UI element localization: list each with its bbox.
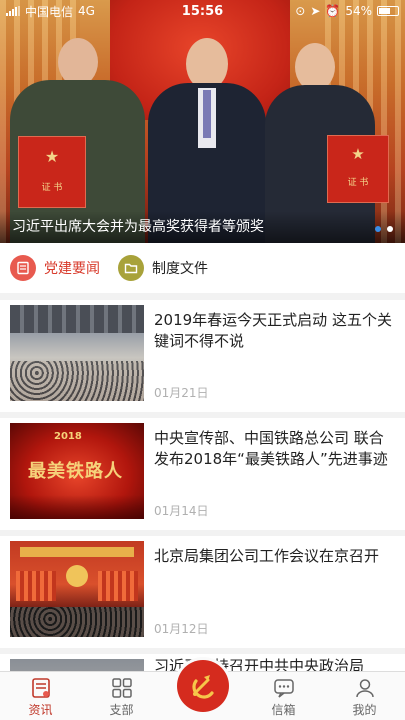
carrier-name: 中国电信 xyxy=(25,4,74,19)
tab-label: 资讯 xyxy=(28,703,53,717)
signal-icon xyxy=(6,6,20,16)
rotation-lock-icon: ⊙ xyxy=(295,4,306,18)
category-party-news[interactable]: 党建要闻 xyxy=(10,255,100,281)
category-label: 制度文件 xyxy=(152,261,208,277)
tab-label: 我的 xyxy=(352,703,377,717)
news-item[interactable]: 2018 最美铁路人 中央宣传部、中国铁路总公司 联合发布2018年“最美铁路人… xyxy=(0,418,405,530)
news-item[interactable]: 2019年春运今天正式启动 这五个关键词不得不说 01月21日 xyxy=(0,300,405,412)
news-item[interactable]: 北京局集团公司工作会议在京召开 01月12日 xyxy=(0,536,405,648)
location-icon: ➤ xyxy=(310,4,321,18)
network-type: 4G xyxy=(78,4,95,18)
news-title: 中央宣传部、中国铁路总公司 联合发布2018年“最美铁路人”先进事迹 xyxy=(154,429,388,468)
news-title: 2019年春运今天正式启动 这五个关键词不得不说 xyxy=(154,311,392,350)
news-thumbnail-station xyxy=(10,305,144,401)
certificate: ★ 证 书 xyxy=(18,136,86,208)
message-icon xyxy=(273,679,294,698)
alarm-icon: ⏰ xyxy=(325,4,341,18)
newspaper-icon xyxy=(10,255,36,281)
category-label: 党建要闻 xyxy=(44,261,100,277)
banner-caption-bar: 习近平出席大会并为最高奖获得者等颁奖 xyxy=(0,211,405,243)
banner-caption: 习近平出席大会并为最高奖获得者等颁奖 xyxy=(12,219,264,235)
banner-carousel[interactable]: ★ 证 书 ★ 证 书 习近平出席大会并为最高奖获得者等颁奖 xyxy=(0,0,405,243)
tab-label: 信箱 xyxy=(271,703,296,717)
news-thumbnail-poster: 2018 最美铁路人 xyxy=(10,423,144,519)
news-title: 北京局集团公司工作会议在京召开 xyxy=(154,547,380,565)
folder-icon xyxy=(118,255,144,281)
tab-branch[interactable]: 支部 xyxy=(81,672,162,720)
grid-icon xyxy=(111,678,132,698)
tab-news[interactable]: 资讯 xyxy=(0,672,81,720)
carousel-dot[interactable] xyxy=(387,226,393,232)
battery-percent: 54% xyxy=(345,4,372,18)
bottom-tab-bar: 资讯 支部 信箱 我的 xyxy=(0,660,405,720)
party-emblem-button[interactable] xyxy=(176,660,229,712)
user-icon xyxy=(355,679,374,698)
news-icon xyxy=(31,678,50,698)
battery-icon xyxy=(377,6,399,16)
tab-mailbox[interactable]: 信箱 xyxy=(243,672,324,720)
status-bar: 中国电信 4G 15:56 ⊙ ➤ ⏰ 54% xyxy=(0,0,405,22)
poster-text: 最美铁路人 xyxy=(28,461,123,482)
carousel-dot-active[interactable] xyxy=(375,226,381,232)
tab-label: 支部 xyxy=(109,703,134,717)
category-tabs: 党建要闻 制度文件 xyxy=(0,243,405,293)
category-regulation-docs[interactable]: 制度文件 xyxy=(118,255,208,281)
clock: 15:56 xyxy=(181,3,224,19)
news-thumbnail-conference xyxy=(10,541,144,637)
news-date: 01月12日 xyxy=(154,622,209,636)
party-emblem-icon xyxy=(191,675,214,699)
tab-party-home[interactable] xyxy=(162,660,243,720)
tab-profile[interactable]: 我的 xyxy=(324,672,405,720)
news-date: 01月14日 xyxy=(154,504,209,518)
news-date: 01月21日 xyxy=(154,386,209,400)
carousel-indicator xyxy=(375,226,393,232)
certificate: ★ 证 书 xyxy=(327,135,389,203)
news-list: 2019年春运今天正式启动 这五个关键词不得不说 01月21日 2018 最美铁… xyxy=(0,300,405,680)
